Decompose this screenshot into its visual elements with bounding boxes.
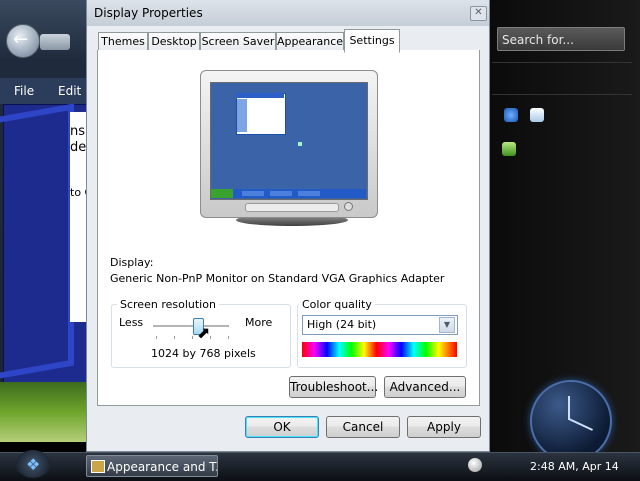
dialog-title: Display Properties (94, 6, 203, 20)
background-text: ns (70, 124, 86, 139)
color-quality-group (297, 304, 467, 368)
resolution-slider-track[interactable] (153, 325, 229, 328)
close-button[interactable]: ✕ (470, 6, 487, 21)
notes-icon[interactable] (530, 108, 544, 122)
tab-themes[interactable]: Themes (98, 32, 148, 51)
power-icon (344, 202, 353, 211)
ok-button[interactable]: OK (245, 416, 319, 438)
background-decoration (0, 103, 74, 379)
color-spectrum-preview (302, 342, 457, 357)
desktop-wallpaper (0, 382, 96, 442)
clock-hand (568, 396, 570, 420)
sidebar-divider (492, 94, 632, 95)
troubleshoot-button[interactable]: Troubleshoot... (289, 376, 378, 398)
slider-tick (174, 336, 175, 339)
preview-task-item (298, 191, 320, 196)
tab-appearance[interactable]: Appearance (276, 32, 344, 51)
preview-task-item (270, 191, 292, 196)
forward-button[interactable] (40, 34, 70, 50)
slider-tick (192, 336, 193, 339)
color-quality-legend: Color quality (299, 298, 375, 311)
tray-icon[interactable] (468, 458, 482, 472)
back-arrow-icon: ← (13, 29, 29, 50)
color-quality-select[interactable]: High (24 bit) (302, 315, 458, 335)
tab-screen-saver[interactable]: Screen Saver (200, 32, 276, 51)
taskbar-item-appearance[interactable]: Appearance and T... (86, 455, 218, 477)
preview-window-pane (237, 99, 247, 132)
cancel-button[interactable]: Cancel (326, 416, 400, 438)
mouse-cursor-icon: ⬈ (197, 323, 211, 342)
menu-file[interactable]: File (14, 84, 34, 98)
more-label: More (245, 316, 273, 329)
display-adapter-value: Generic Non-PnP Monitor on Standard VGA … (110, 272, 445, 285)
search-input[interactable]: Search for... (497, 27, 625, 51)
preview-start-button (211, 189, 233, 198)
gadget-icon[interactable] (502, 142, 516, 156)
less-label: Less (119, 316, 144, 329)
control-panel-icon (91, 460, 105, 473)
screen-resolution-legend: Screen resolution (117, 298, 219, 311)
slider-tick (228, 336, 229, 339)
monitor-screen (210, 82, 368, 200)
tab-desktop[interactable]: Desktop (148, 32, 200, 51)
sidebar-divider (492, 62, 632, 63)
monitor-button-bar (245, 203, 339, 212)
apply-button[interactable]: Apply (407, 416, 481, 438)
preview-icon (298, 142, 302, 146)
menu-edit[interactable]: Edit (58, 84, 81, 98)
slider-tick (156, 336, 157, 339)
preview-window-titlebar (236, 93, 284, 98)
display-label: Display: (110, 256, 154, 269)
background-text: de (70, 140, 87, 155)
tray-clock[interactable]: 2:48 AM, Apr 14 (530, 460, 619, 473)
windows-logo-icon: ❖ (26, 455, 41, 474)
tab-settings[interactable]: Settings (344, 29, 400, 53)
resolution-value: 1024 by 768 pixels (151, 347, 256, 360)
advanced-button[interactable]: Advanced... (384, 376, 466, 398)
preview-task-item (242, 191, 264, 196)
chevron-down-icon[interactable]: ▼ (439, 317, 455, 333)
globe-icon[interactable] (504, 108, 518, 122)
